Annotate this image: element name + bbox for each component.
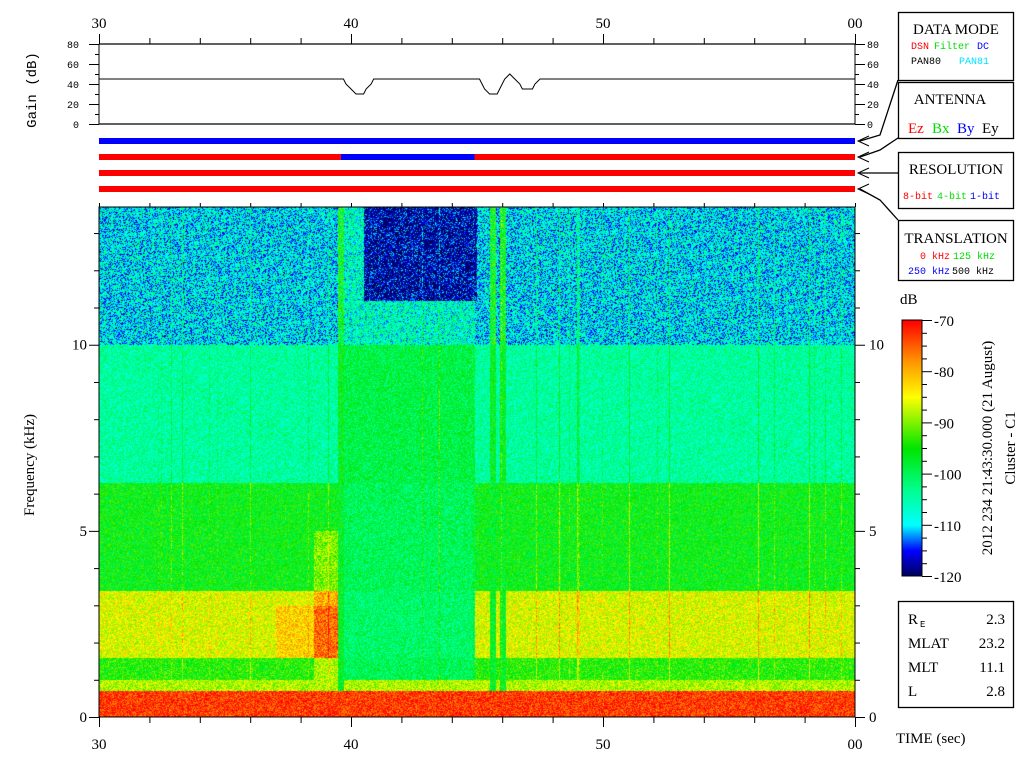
- chart-title: 2012 234 21:43:30.000 (21 August): [980, 341, 996, 556]
- status-bar-antenna: [340, 154, 475, 160]
- antenna-title: ANTENNA: [914, 92, 987, 108]
- gain-tick-label-right: 20: [867, 101, 879, 112]
- colorbar-tick-label: -90: [934, 416, 954, 432]
- ephemeris-label: L: [908, 684, 917, 700]
- resolution-4bit: 4-bit: [937, 191, 967, 203]
- top-x-tick-label: 40: [344, 16, 359, 32]
- plot-overlay: 30304040505000000 05 510 100 020 2040 4060 6080…: [22, 11, 1019, 753]
- status-arrow: [856, 151, 870, 163]
- ephemeris-value: 2.8: [986, 684, 1005, 700]
- chart-subtitle: Cluster - C1: [1003, 411, 1019, 484]
- resolution-1bit: 1-bit: [970, 191, 1000, 203]
- colorbar-tick-label: -80: [934, 365, 954, 381]
- colorbar-frame: [901, 319, 923, 577]
- gain-tick-label: 0: [73, 121, 79, 132]
- bottom-x-tick-label: 50: [596, 737, 611, 753]
- antenna-bx: Bx: [932, 121, 950, 137]
- resolution-title: RESOLUTION: [909, 162, 1003, 178]
- ephemeris-label: MLT: [908, 660, 938, 676]
- data-mode-filter: Filter: [934, 41, 970, 53]
- y-axis-label: Frequency (kHz): [22, 414, 38, 516]
- gain-tick-label: 20: [67, 101, 79, 112]
- y-tick-label: 10: [72, 338, 87, 354]
- ephemeris-value: 23.2: [979, 636, 1005, 652]
- colorbar-tick-label: -70: [934, 314, 954, 330]
- gain-tick-label-right: 0: [867, 121, 873, 132]
- colorbar-label: dB: [900, 292, 918, 308]
- y-tick-label: 5: [80, 524, 88, 540]
- data-mode-pan81: PAN81: [959, 57, 989, 68]
- ephemeris-value: 2.3: [986, 612, 1005, 628]
- data-mode-dsn: DSN: [911, 42, 929, 53]
- y-tick-label-right: 0: [869, 710, 877, 726]
- translation-125khz: 125 kHz: [953, 251, 995, 263]
- colorbar-tick-label: -120: [934, 570, 962, 586]
- gain-axis-label: Gain (dB): [25, 52, 41, 128]
- top-x-tick-label: 00: [848, 16, 863, 32]
- ephemeris-value: 11.1: [979, 660, 1005, 676]
- status-bar-antenna: [474, 154, 855, 160]
- bottom-x-tick-label: 40: [344, 737, 359, 753]
- translation-250khz: 250 kHz: [908, 266, 950, 278]
- y-tick-label-right: 10: [869, 338, 884, 354]
- colorbar-tick-label: -110: [934, 519, 961, 535]
- data-mode-pan80: PAN80: [911, 57, 941, 68]
- status-bar-antenna: [99, 154, 341, 160]
- connector-translation: [859, 188, 899, 221]
- resolution-8bit: 8-bit: [903, 191, 933, 203]
- data-mode-title: DATA MODE: [913, 22, 999, 38]
- ephemeris-label: MLAT: [908, 636, 949, 652]
- gain-tick-label-right: 40: [867, 81, 879, 92]
- top-x-tick-label: 50: [596, 16, 611, 32]
- antenna-ez: Ez: [908, 121, 924, 137]
- status-bar-translation: [99, 186, 855, 192]
- gain-tick-label: 80: [67, 41, 79, 52]
- y-tick-label: 0: [80, 710, 88, 726]
- translation-0khz: 0 kHz: [920, 251, 950, 263]
- gain-tick-label-right: 80: [867, 41, 879, 52]
- connector-antenna: [859, 137, 899, 158]
- bottom-x-tick-label: 00: [848, 737, 863, 753]
- x-axis-label: TIME (sec): [896, 731, 966, 747]
- status-arrow: [856, 135, 870, 147]
- colorbar-tick-label: -100: [934, 468, 962, 484]
- gain-tick-label-right: 60: [867, 61, 879, 72]
- gain-tick-label: 40: [67, 81, 79, 92]
- status-bar-data_mode: [99, 138, 855, 144]
- gain-line: [99, 73, 855, 95]
- antenna-by: By: [957, 121, 975, 137]
- translation-500khz: 500 kHz: [952, 266, 994, 278]
- data-mode-dc: DC: [977, 42, 989, 53]
- spectrogram-frame: [98, 206, 856, 718]
- status-bar-resolution: [99, 170, 855, 176]
- top-x-tick-label: 30: [92, 16, 107, 32]
- ephemeris-label-sub: E: [920, 620, 925, 630]
- y-tick-label-right: 5: [869, 524, 877, 540]
- translation-title: TRANSLATION: [904, 231, 1007, 247]
- antenna-ey: Ey: [982, 121, 999, 137]
- ephemeris-label: R: [908, 612, 918, 628]
- bottom-x-tick-label: 30: [92, 737, 107, 753]
- gain-tick-label: 60: [67, 61, 79, 72]
